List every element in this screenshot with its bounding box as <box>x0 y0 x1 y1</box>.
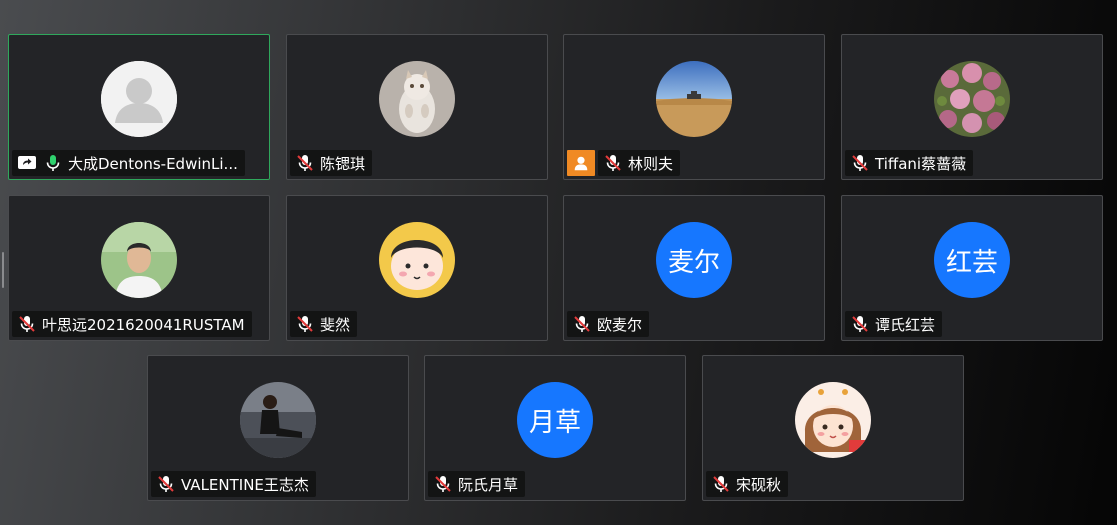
participant-name: 斐然 <box>320 315 351 334</box>
man-photo-avatar <box>101 222 177 298</box>
participant-tile[interactable]: 斐然 <box>286 195 548 341</box>
microphone-on-icon[interactable] <box>42 152 64 174</box>
participant-tile[interactable]: 叶思远2021620041RUSTAM <box>8 195 270 341</box>
screen-share-icon[interactable] <box>16 152 38 174</box>
microphone-muted-icon[interactable] <box>710 473 732 495</box>
participant-name-label: 斐然 <box>290 311 358 337</box>
microphone-muted-icon[interactable] <box>849 313 871 335</box>
cartoon-face-avatar <box>379 222 455 298</box>
initials-avatar: 麦尔 <box>656 222 732 298</box>
participant-name: VALENTINE王志杰 <box>181 475 309 494</box>
participant-tile[interactable]: 红芸 谭氏红芸 <box>841 195 1103 341</box>
participant-name: 欧麦尔 <box>597 315 643 334</box>
participant-tile[interactable]: VALENTINE王志杰 <box>147 355 409 501</box>
participant-tile[interactable]: 大成Dentons-EdwinLi... <box>8 34 270 180</box>
user-silhouette-icon <box>101 61 177 137</box>
participant-name-label: 欧麦尔 <box>567 311 650 337</box>
initials-avatar: 月草 <box>517 382 593 458</box>
microphone-muted-icon[interactable] <box>294 313 316 335</box>
participant-tile[interactable]: 麦尔 欧麦尔 <box>563 195 825 341</box>
initials-avatar: 红芸 <box>934 222 1010 298</box>
participant-tile[interactable]: 陈锶琪 <box>286 34 548 180</box>
person-sofa-photo-avatar <box>240 382 316 458</box>
participant-name-label: 大成Dentons-EdwinLi... <box>12 150 245 176</box>
participant-name: 林则夫 <box>628 154 674 173</box>
microphone-muted-icon[interactable] <box>571 313 593 335</box>
participant-tile[interactable]: Tiffani蔡蔷薇 <box>841 34 1103 180</box>
participant-name-label: 叶思远2021620041RUSTAM <box>12 311 252 337</box>
microphone-muted-icon[interactable] <box>155 473 177 495</box>
participant-name-label: 阮氏月草 <box>428 471 526 497</box>
participant-name-label: VALENTINE王志杰 <box>151 471 316 497</box>
participant-name: 谭氏红芸 <box>875 315 936 334</box>
microphone-muted-icon[interactable] <box>16 313 38 335</box>
participant-tile[interactable]: 月草 阮氏月草 <box>424 355 686 501</box>
flowers-photo-avatar <box>934 61 1010 137</box>
participant-name: Tiffani蔡蔷薇 <box>875 154 967 173</box>
participant-tile[interactable]: 林则夫 <box>563 34 825 180</box>
participant-name: 大成Dentons-EdwinLi... <box>68 154 238 173</box>
microphone-muted-icon[interactable] <box>849 152 871 174</box>
default-user-avatar <box>101 61 177 137</box>
participant-name: 宋砚秋 <box>736 475 782 494</box>
desert-photo-avatar <box>656 61 732 137</box>
participant-name: 陈锶琪 <box>320 154 366 173</box>
participant-name: 叶思远2021620041RUSTAM <box>42 315 245 334</box>
participant-name-label: Tiffani蔡蔷薇 <box>845 150 974 176</box>
side-resize-handle[interactable] <box>2 252 4 288</box>
microphone-muted-icon[interactable] <box>432 473 454 495</box>
microphone-muted-icon[interactable] <box>294 152 316 174</box>
cat-photo-avatar <box>379 61 455 137</box>
participant-name-label: 陈锶琪 <box>290 150 373 176</box>
participant-name: 阮氏月草 <box>458 475 519 494</box>
microphone-muted-icon[interactable] <box>602 152 624 174</box>
cartoon-girl-avatar <box>795 382 871 458</box>
participant-name-label: 谭氏红芸 <box>845 311 943 337</box>
host-badge-icon <box>567 150 595 176</box>
participant-name-label: 宋砚秋 <box>706 471 789 497</box>
participant-tile[interactable]: 宋砚秋 <box>702 355 964 501</box>
participant-name-label: 林则夫 <box>598 150 681 176</box>
